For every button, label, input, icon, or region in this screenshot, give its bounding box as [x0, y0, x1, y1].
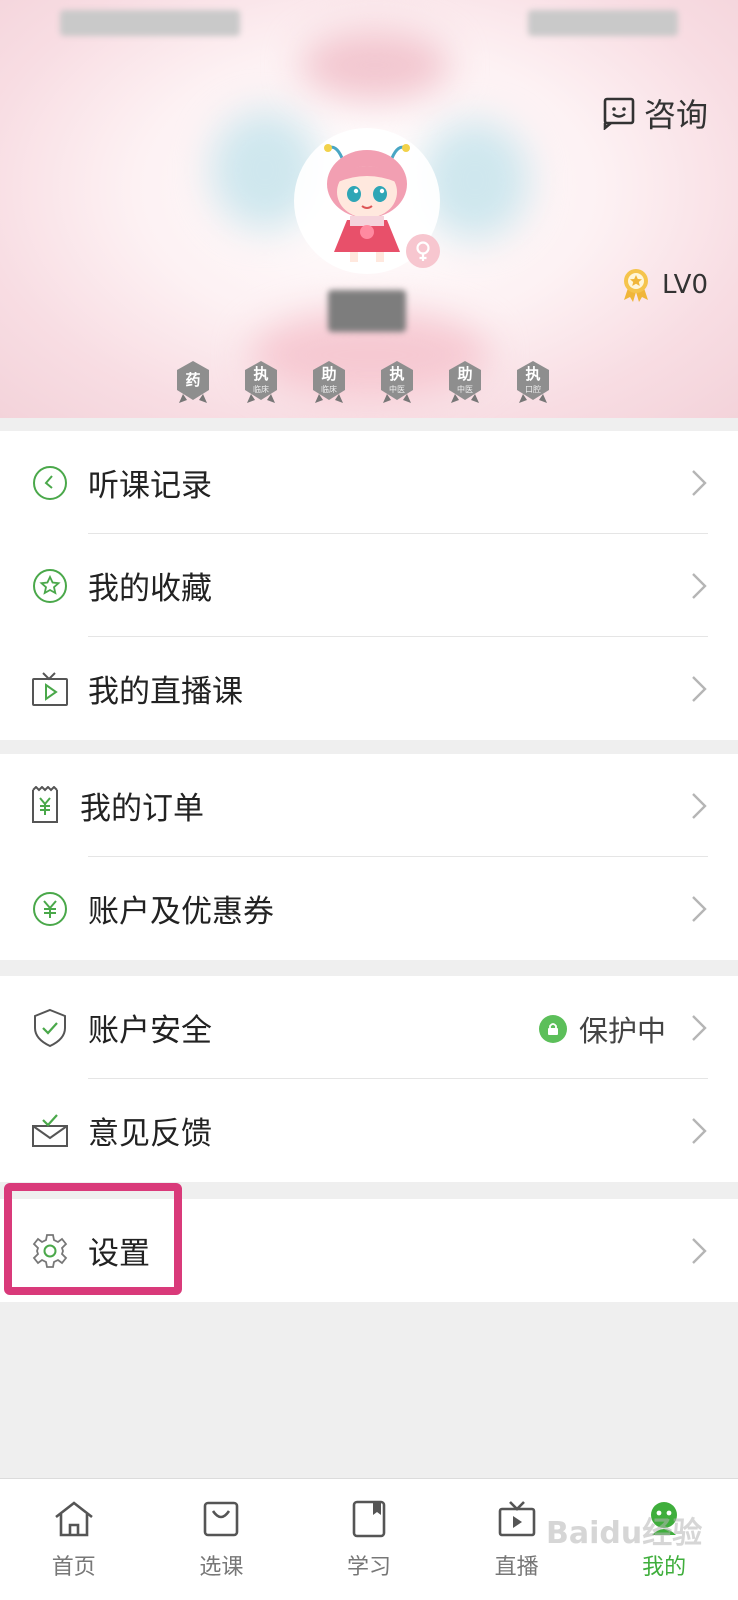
tab-mine-label: 我的 — [642, 1555, 687, 1580]
user-level[interactable]: LV0 — [620, 268, 708, 302]
tab-live-label: 直播 — [494, 1555, 539, 1580]
medal-main-label: 执 — [389, 365, 405, 383]
tab-live[interactable]: 直播 — [443, 1479, 591, 1600]
settings-highlight-box — [4, 1183, 182, 1295]
listen-record-item[interactable]: 听课记录 — [0, 431, 738, 534]
security-status: 保护中 — [538, 1008, 666, 1050]
tab-home-label: 首页 — [51, 1555, 96, 1580]
certificate-medal[interactable]: 助临床 — [310, 360, 348, 404]
chevron-right-icon — [690, 894, 708, 928]
status-bar-right — [528, 10, 678, 36]
menu-group-orders: 我的订单 账户及优惠券 — [0, 754, 738, 960]
username-redacted — [328, 290, 406, 332]
menu-group-account: 账户安全 保护中 意见反馈 — [0, 976, 738, 1182]
account-coupons-label: 账户及优惠券 — [88, 894, 274, 930]
tab-study-label: 学习 — [346, 1555, 391, 1580]
consult-button[interactable]: 咨询 — [602, 90, 708, 136]
tab-study[interactable]: 学习 — [295, 1479, 443, 1600]
shopping-bag-icon — [204, 1501, 239, 1537]
chevron-right-icon — [690, 791, 708, 825]
orders-label: 我的订单 — [80, 791, 204, 827]
certificate-medal[interactable]: 执口腔 — [514, 360, 552, 404]
feedback-item[interactable]: 意见反馈 — [0, 1079, 738, 1182]
star-icon — [30, 566, 70, 606]
feedback-label: 意见反馈 — [88, 1116, 212, 1152]
medal-main-label: 执 — [253, 365, 269, 383]
tab-mine[interactable]: 我的 — [590, 1479, 738, 1600]
live-courses-item[interactable]: 我的直播课 — [0, 637, 738, 740]
chat-icon — [603, 97, 635, 130]
tab-courses-label: 选课 — [199, 1555, 244, 1580]
medal-sub-label: 临床 — [321, 385, 337, 394]
listen-record-label: 听课记录 — [88, 468, 212, 504]
medal-sub-label: 中医 — [389, 385, 405, 394]
certificate-medal[interactable]: 助中医 — [446, 360, 484, 404]
tv-icon — [498, 1501, 535, 1537]
chevron-right-icon — [690, 1013, 708, 1047]
tab-courses[interactable]: 选课 — [148, 1479, 296, 1600]
medal-main-label: 助 — [321, 365, 337, 383]
home-icon — [54, 1501, 93, 1537]
status-bar-left — [60, 10, 240, 36]
female-gender-icon — [406, 234, 440, 268]
shield-check-icon — [30, 1008, 70, 1048]
favorites-label: 我的收藏 — [88, 571, 212, 607]
account-coupons-item[interactable]: 账户及优惠券 — [0, 857, 738, 960]
consult-label: 咨询 — [643, 96, 708, 134]
app-root: 咨询 LV0 药 执 临床 助 临床 执 中医 助 中医 执 口腔 听课记录 我… — [0, 0, 738, 1600]
certificate-medal[interactable]: 执中医 — [378, 360, 416, 404]
notebook-icon — [352, 1500, 386, 1538]
certificate-medals: 药执临床助临床执中医助中医执口腔 — [174, 360, 552, 404]
background-art-top — [300, 30, 450, 100]
profile-header: 咨询 LV0 药 执 临床 助 临床 执 中医 助 中医 执 口腔 — [0, 0, 738, 418]
chevron-right-icon — [690, 674, 708, 708]
certificate-medal[interactable]: 执临床 — [242, 360, 280, 404]
favorites-item[interactable]: 我的收藏 — [0, 534, 738, 637]
yuan-coin-icon — [30, 889, 70, 929]
receipt-icon — [30, 785, 60, 826]
medal-main-label: 执 — [525, 365, 541, 383]
chevron-right-icon — [690, 468, 708, 502]
account-security-item[interactable]: 账户安全 保护中 — [0, 976, 738, 1079]
medal-main-label: 助 — [457, 365, 473, 383]
certificate-medal[interactable]: 药 — [174, 360, 212, 404]
level-label: LV0 — [662, 270, 708, 300]
medal-main-label: 药 — [185, 371, 201, 389]
live-courses-label: 我的直播课 — [88, 674, 243, 710]
orders-item[interactable]: 我的订单 — [0, 754, 738, 857]
clock-icon — [30, 463, 70, 503]
chevron-right-icon — [690, 571, 708, 605]
bottom-tab-bar: 首页 选课 学习 直播 我的 — [0, 1478, 738, 1600]
mail-check-icon — [30, 1111, 70, 1151]
security-status-label: 保护中 — [578, 1014, 666, 1048]
account-security-label: 账户安全 — [88, 1013, 212, 1049]
medal-icon — [624, 269, 649, 302]
medal-sub-label: 中医 — [457, 385, 473, 394]
tab-home[interactable]: 首页 — [0, 1479, 148, 1600]
menu-group-learning: 听课记录 我的收藏 我的直播课 — [0, 431, 738, 740]
chevron-right-icon — [690, 1236, 708, 1270]
medal-sub-label: 临床 — [253, 385, 269, 394]
lock-icon — [538, 1015, 567, 1043]
medal-sub-label: 口腔 — [525, 385, 541, 394]
tv-play-icon — [30, 669, 70, 709]
mascot-icon — [651, 1502, 678, 1535]
chevron-right-icon — [690, 1116, 708, 1150]
